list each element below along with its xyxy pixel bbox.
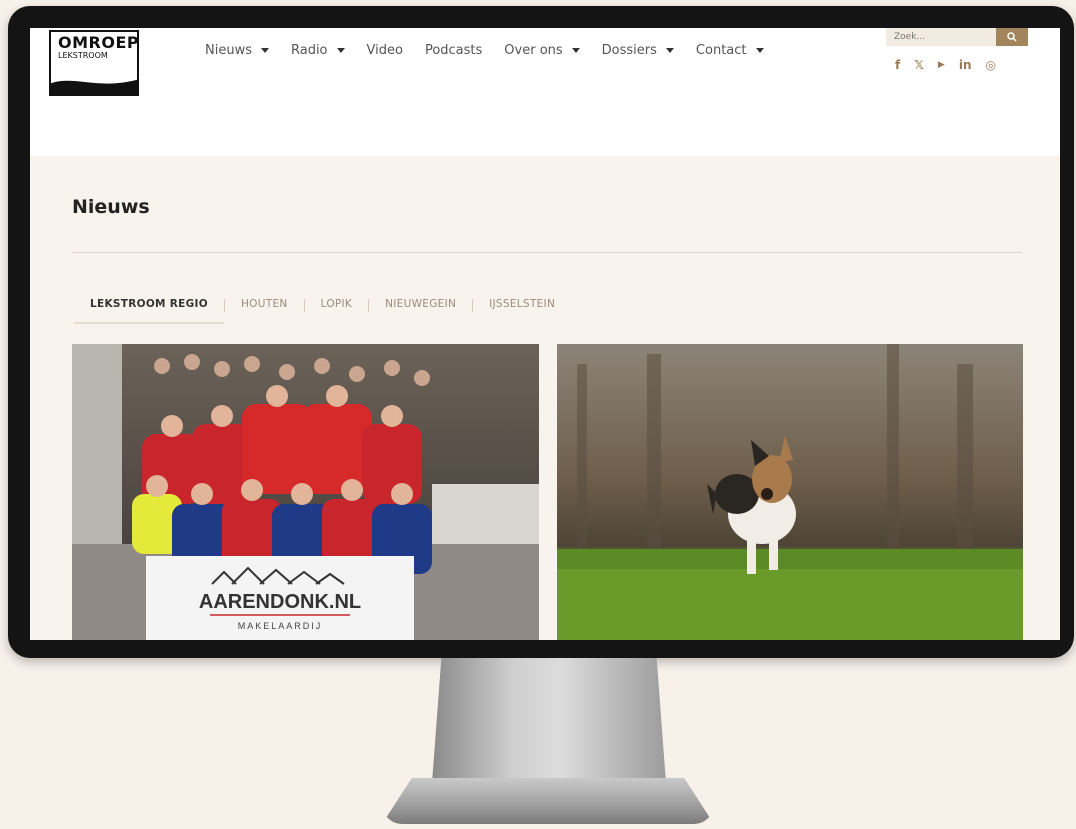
search-button[interactable] [996, 28, 1028, 46]
main-nav: Nieuws Radio Video Podcasts Over ons Dos… [205, 43, 786, 58]
instagram-icon[interactable]: ◎ [985, 58, 995, 72]
team-celebration-photo: AARENDONK.NL MAKELAARDIJ [72, 344, 539, 640]
region-tabs: LEKSTROOM REGIO HOUTEN LOPIK NIEUWEGEIN … [74, 298, 571, 324]
search-icon [1007, 32, 1017, 42]
nav-item-contact[interactable]: Contact [696, 43, 764, 58]
nav-label: Nieuws [205, 43, 252, 58]
tab-ijsselstein[interactable]: IJSSELSTEIN [473, 298, 571, 322]
tab-houten[interactable]: HOUTEN [225, 298, 304, 322]
nav-item-nieuws[interactable]: Nieuws [205, 43, 269, 58]
logo-wave [51, 79, 137, 94]
x-icon[interactable]: 𝕏 [914, 58, 924, 72]
social-links: f 𝕏 ▶ in ◎ [895, 58, 996, 72]
linkedin-icon[interactable]: in [959, 58, 972, 72]
running-dog-photo [557, 344, 1023, 640]
search-box [886, 28, 1030, 46]
sponsor-sign-main: AARENDONK.NL [199, 591, 361, 613]
search-input[interactable] [886, 28, 996, 46]
youtube-icon[interactable]: ▶ [938, 60, 945, 70]
nav-item-podcasts[interactable]: Podcasts [425, 43, 482, 58]
nav-label: Video [366, 43, 403, 58]
main-content: Nieuws LEKSTROOM REGIO HOUTEN LOPIK NIEU… [30, 156, 1060, 640]
caret-down-icon [665, 48, 674, 53]
article-card-team-photo[interactable]: AARENDONK.NL MAKELAARDIJ [72, 344, 539, 640]
article-card-dog-photo[interactable] [557, 344, 1023, 640]
sponsor-sign-sub: MAKELAARDIJ [238, 621, 323, 631]
site-header: OMROEP LEKSTROOM Nieuws Radio Video Podc… [30, 28, 1060, 156]
caret-down-icon [336, 48, 345, 53]
nav-label: Radio [290, 43, 328, 58]
nav-item-over-ons[interactable]: Over ons [504, 43, 580, 58]
tab-nieuwegein[interactable]: NIEUWEGEIN [369, 298, 472, 322]
logo-line1: OMROEP [58, 33, 139, 52]
monitor-stand-neck [432, 658, 666, 783]
caret-down-icon [260, 48, 269, 53]
tab-lekstroom-regio[interactable]: LEKSTROOM REGIO [74, 298, 224, 324]
nav-label: Dossiers [601, 43, 657, 58]
nav-item-video[interactable]: Video [367, 43, 403, 58]
page-title: Nieuws [72, 196, 150, 218]
monitor-screen: OMROEP LEKSTROOM Nieuws Radio Video Podc… [30, 28, 1060, 640]
nav-label: Podcasts [424, 43, 483, 58]
nav-label: Contact [695, 43, 747, 58]
logo-line2: LEKSTROOM [58, 51, 108, 60]
nav-item-dossiers[interactable]: Dossiers [602, 43, 674, 58]
facebook-icon[interactable]: f [895, 58, 900, 72]
tab-lopik[interactable]: LOPIK [305, 298, 369, 322]
nav-item-radio[interactable]: Radio [291, 43, 345, 58]
caret-down-icon [571, 48, 580, 53]
caret-down-icon [755, 48, 764, 53]
monitor-stand-base [382, 778, 714, 824]
nav-label: Over ons [504, 43, 563, 58]
title-divider [72, 252, 1022, 253]
site-logo[interactable]: OMROEP LEKSTROOM [49, 30, 139, 96]
